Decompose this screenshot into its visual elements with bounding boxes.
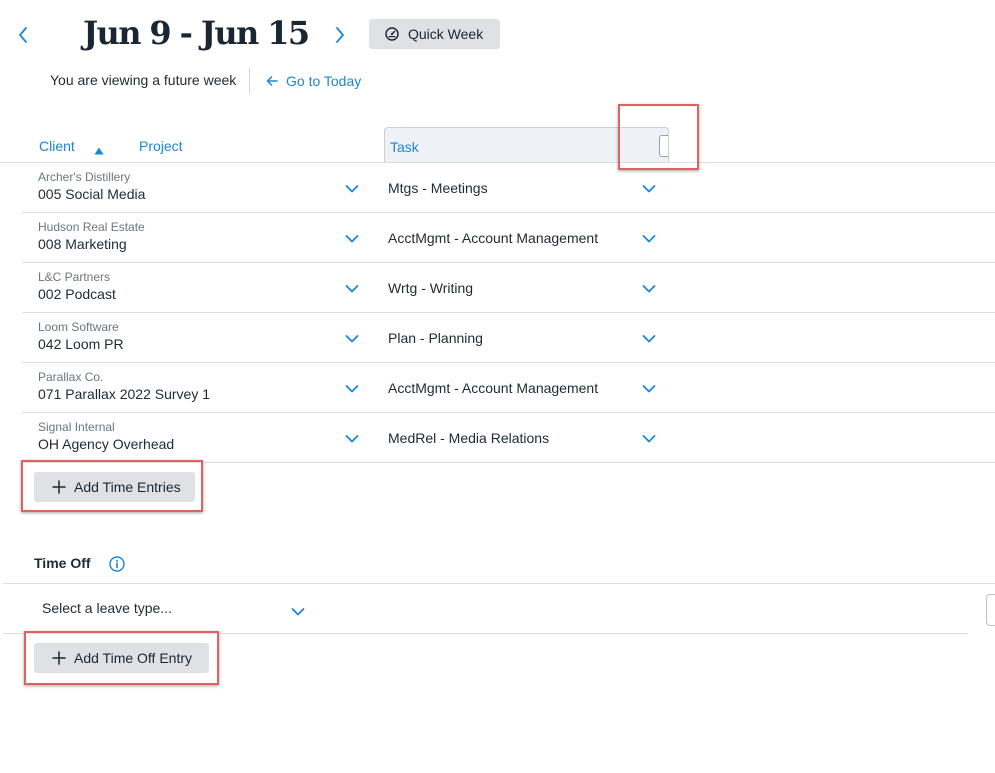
time-off-hours-input[interactable] bbox=[986, 594, 995, 626]
row-project: 071 Parallax 2022 Survey 1 bbox=[38, 386, 210, 402]
go-to-today-label: Go to Today bbox=[286, 73, 362, 89]
info-circle-icon[interactable] bbox=[109, 556, 125, 572]
triangle-up-icon bbox=[94, 142, 104, 155]
row-task: AcctMgmt - Account Management bbox=[388, 230, 599, 246]
time-off-heading: Time Off bbox=[34, 555, 91, 571]
add-time-entries-button[interactable]: Add Time Entries bbox=[34, 472, 195, 502]
arrow-left-icon bbox=[265, 74, 279, 88]
column-header-client[interactable]: Client bbox=[39, 138, 75, 154]
chevron-down-icon[interactable] bbox=[642, 381, 656, 393]
row-task: MedRel - Media Relations bbox=[388, 430, 550, 446]
chevron-down-icon[interactable] bbox=[345, 281, 359, 293]
next-week-button[interactable] bbox=[331, 23, 349, 47]
divider bbox=[3, 583, 995, 584]
row-client: Signal Internal bbox=[38, 420, 115, 434]
plus-icon bbox=[52, 480, 66, 494]
column-header-task[interactable]: Task bbox=[384, 127, 669, 162]
chevron-down-icon[interactable] bbox=[345, 181, 359, 193]
add-time-off-entry-label: Add Time Off Entry bbox=[74, 650, 193, 666]
row-client: L&C Partners bbox=[38, 270, 111, 284]
table-row: Parallax Co. 071 Parallax 2022 Survey 1 … bbox=[22, 363, 995, 413]
row-project: OH Agency Overhead bbox=[38, 436, 175, 452]
table-row: L&C Partners 002 Podcast Wrtg - Writing bbox=[22, 263, 995, 313]
row-project: 002 Podcast bbox=[38, 286, 116, 302]
table-row: Loom Software 042 Loom PR Plan - Plannin… bbox=[22, 313, 995, 363]
gauge-icon bbox=[385, 27, 399, 41]
chevron-down-icon[interactable] bbox=[345, 431, 359, 443]
chevron-down-icon[interactable] bbox=[642, 331, 656, 343]
row-client: Loom Software bbox=[38, 320, 119, 334]
chevron-down-icon[interactable] bbox=[642, 431, 656, 443]
table-row: Archer's Distillery 005 Social Media Mtg… bbox=[22, 163, 995, 213]
leave-type-select[interactable]: Select a leave type... bbox=[42, 600, 172, 616]
chevron-down-icon[interactable] bbox=[642, 231, 656, 243]
chevron-down-icon[interactable] bbox=[345, 231, 359, 243]
column-resize-handle[interactable] bbox=[659, 135, 668, 157]
prev-week-button[interactable] bbox=[14, 23, 32, 47]
table-row: Signal Internal OH Agency Overhead MedRe… bbox=[22, 413, 995, 463]
week-range-title: Jun 9 - Jun 15 bbox=[83, 14, 310, 52]
quick-week-label: Quick Week bbox=[408, 26, 484, 42]
row-client: Parallax Co. bbox=[38, 370, 104, 384]
divider bbox=[3, 633, 968, 634]
column-header-project[interactable]: Project bbox=[139, 138, 183, 154]
chevron-down-icon[interactable] bbox=[642, 281, 656, 293]
row-project: 042 Loom PR bbox=[38, 336, 124, 352]
row-task: Mtgs - Meetings bbox=[388, 180, 488, 196]
table-row: Hudson Real Estate 008 Marketing AcctMgm… bbox=[22, 213, 995, 263]
row-client: Hudson Real Estate bbox=[38, 220, 145, 234]
column-header-task-label: Task bbox=[390, 139, 419, 155]
row-task: Plan - Planning bbox=[388, 330, 483, 346]
add-time-off-entry-button[interactable]: Add Time Off Entry bbox=[34, 643, 209, 673]
time-entry-list: Archer's Distillery 005 Social Media Mtg… bbox=[22, 163, 995, 463]
chevron-down-icon[interactable] bbox=[345, 381, 359, 393]
chevron-down-icon[interactable] bbox=[642, 181, 656, 193]
row-task: AcctMgmt - Account Management bbox=[388, 380, 599, 396]
quick-week-button[interactable]: Quick Week bbox=[369, 19, 500, 49]
go-to-today-link[interactable]: Go to Today bbox=[265, 73, 361, 89]
chevron-down-icon[interactable] bbox=[345, 331, 359, 343]
row-task: Wrtg - Writing bbox=[388, 280, 474, 296]
future-week-notice: You are viewing a future week bbox=[50, 72, 237, 88]
chevron-down-icon[interactable] bbox=[291, 604, 305, 616]
chevron-left-icon bbox=[14, 23, 32, 47]
row-project: 008 Marketing bbox=[38, 236, 127, 252]
chevron-right-icon bbox=[331, 23, 349, 47]
row-client: Archer's Distillery bbox=[38, 170, 131, 184]
divider bbox=[249, 68, 250, 94]
row-project: 005 Social Media bbox=[38, 186, 146, 202]
plus-icon bbox=[52, 651, 66, 665]
add-time-entries-label: Add Time Entries bbox=[74, 479, 181, 495]
